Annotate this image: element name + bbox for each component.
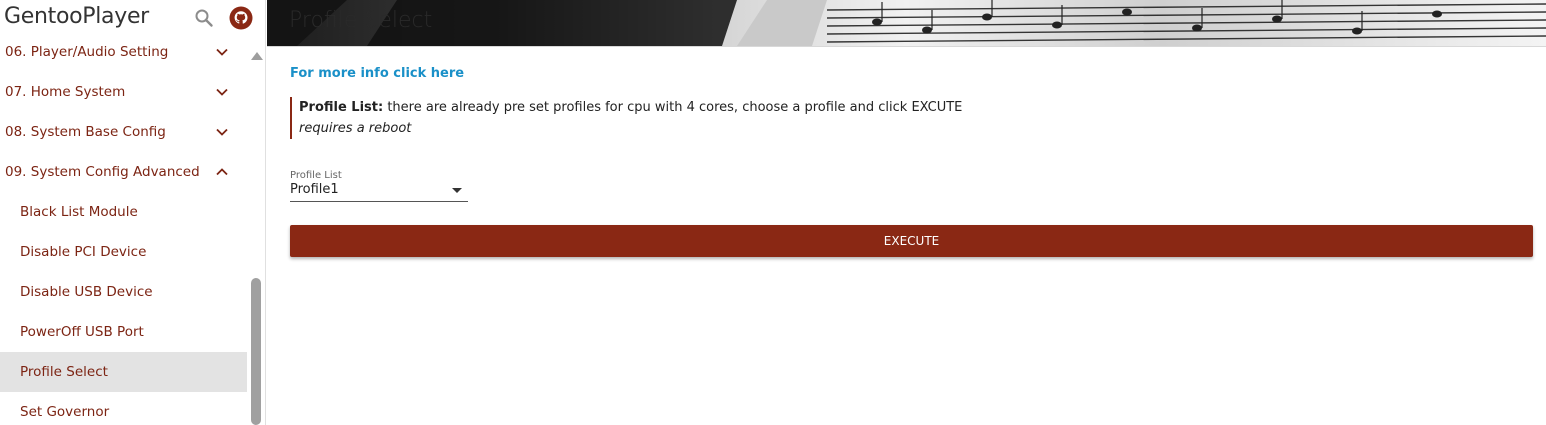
sidebar-item-disable-pci-device[interactable]: Disable PCI Device (0, 232, 247, 272)
sidebar-item-system-config-advanced[interactable]: 09. System Config Advanced (0, 152, 247, 192)
sheet-music-banner-image (267, 0, 1546, 46)
chevron-down-icon (216, 128, 228, 136)
sidebar-item-label: Set Governor (20, 404, 110, 420)
scrollbar-thumb[interactable] (251, 278, 261, 425)
sidebar-item-label: 06. Player/Audio Setting (5, 44, 169, 60)
sidebar-item-label: 07. Home System (5, 84, 126, 100)
sidebar-item-profile-select[interactable]: Profile Select (0, 352, 247, 392)
profile-list-select[interactable]: Profile1 (290, 182, 468, 202)
sidebar-item-black-list-module[interactable]: Black List Module (0, 192, 247, 232)
search-icon[interactable] (194, 8, 214, 28)
sidebar-item-disable-usb-device[interactable]: Disable USB Device (0, 272, 247, 312)
note-text: there are already pre set profiles for c… (383, 100, 963, 115)
app-brand: GentooPlayer (4, 4, 149, 29)
chevron-up-icon (216, 168, 228, 176)
sidebar-item-label: Black List Module (20, 204, 138, 220)
profile-list-label: Profile List (290, 170, 342, 181)
sidebar-item-label: 08. System Base Config (5, 124, 166, 140)
sidebar-item-label: Profile Select (20, 364, 108, 380)
sidebar-nav: 06. Player/Audio Setting 07. Home System… (0, 32, 247, 425)
sidebar-item-set-governor[interactable]: Set Governor (0, 392, 247, 425)
sidebar: GentooPlayer 06. Player/Audio Setting 07… (0, 0, 266, 425)
reboot-notice: requires a reboot (299, 121, 412, 136)
more-info-link[interactable]: For more info click here (290, 66, 464, 81)
page-header-banner: Profile Select (267, 0, 1546, 47)
page-title: Profile Select (289, 8, 433, 33)
scroll-up-arrow-icon[interactable] (251, 52, 263, 60)
profile-list-value: Profile1 (290, 182, 339, 197)
sidebar-item-system-base-config[interactable]: 08. System Base Config (0, 112, 247, 152)
profile-list-field: Profile List Profile1 (290, 170, 468, 202)
note-heading: Profile List: (299, 100, 384, 115)
github-icon[interactable] (229, 6, 253, 30)
sidebar-scrollbar[interactable] (249, 44, 263, 425)
sidebar-item-label: PowerOff USB Port (20, 324, 144, 340)
sidebar-item-player-audio-setting[interactable]: 06. Player/Audio Setting (0, 32, 247, 72)
chevron-down-icon (216, 88, 228, 96)
profile-list-note: Profile List: there are already pre set … (290, 97, 962, 139)
sidebar-item-label: Disable PCI Device (20, 244, 147, 260)
execute-button[interactable]: EXECUTE (290, 225, 1533, 257)
chevron-down-icon (216, 48, 228, 56)
sidebar-item-poweroff-usb-port[interactable]: PowerOff USB Port (0, 312, 247, 352)
dropdown-arrow-icon (452, 188, 462, 193)
sidebar-item-home-system[interactable]: 07. Home System (0, 72, 247, 112)
sidebar-item-label: 09. System Config Advanced (5, 164, 200, 180)
sidebar-item-label: Disable USB Device (20, 284, 153, 300)
